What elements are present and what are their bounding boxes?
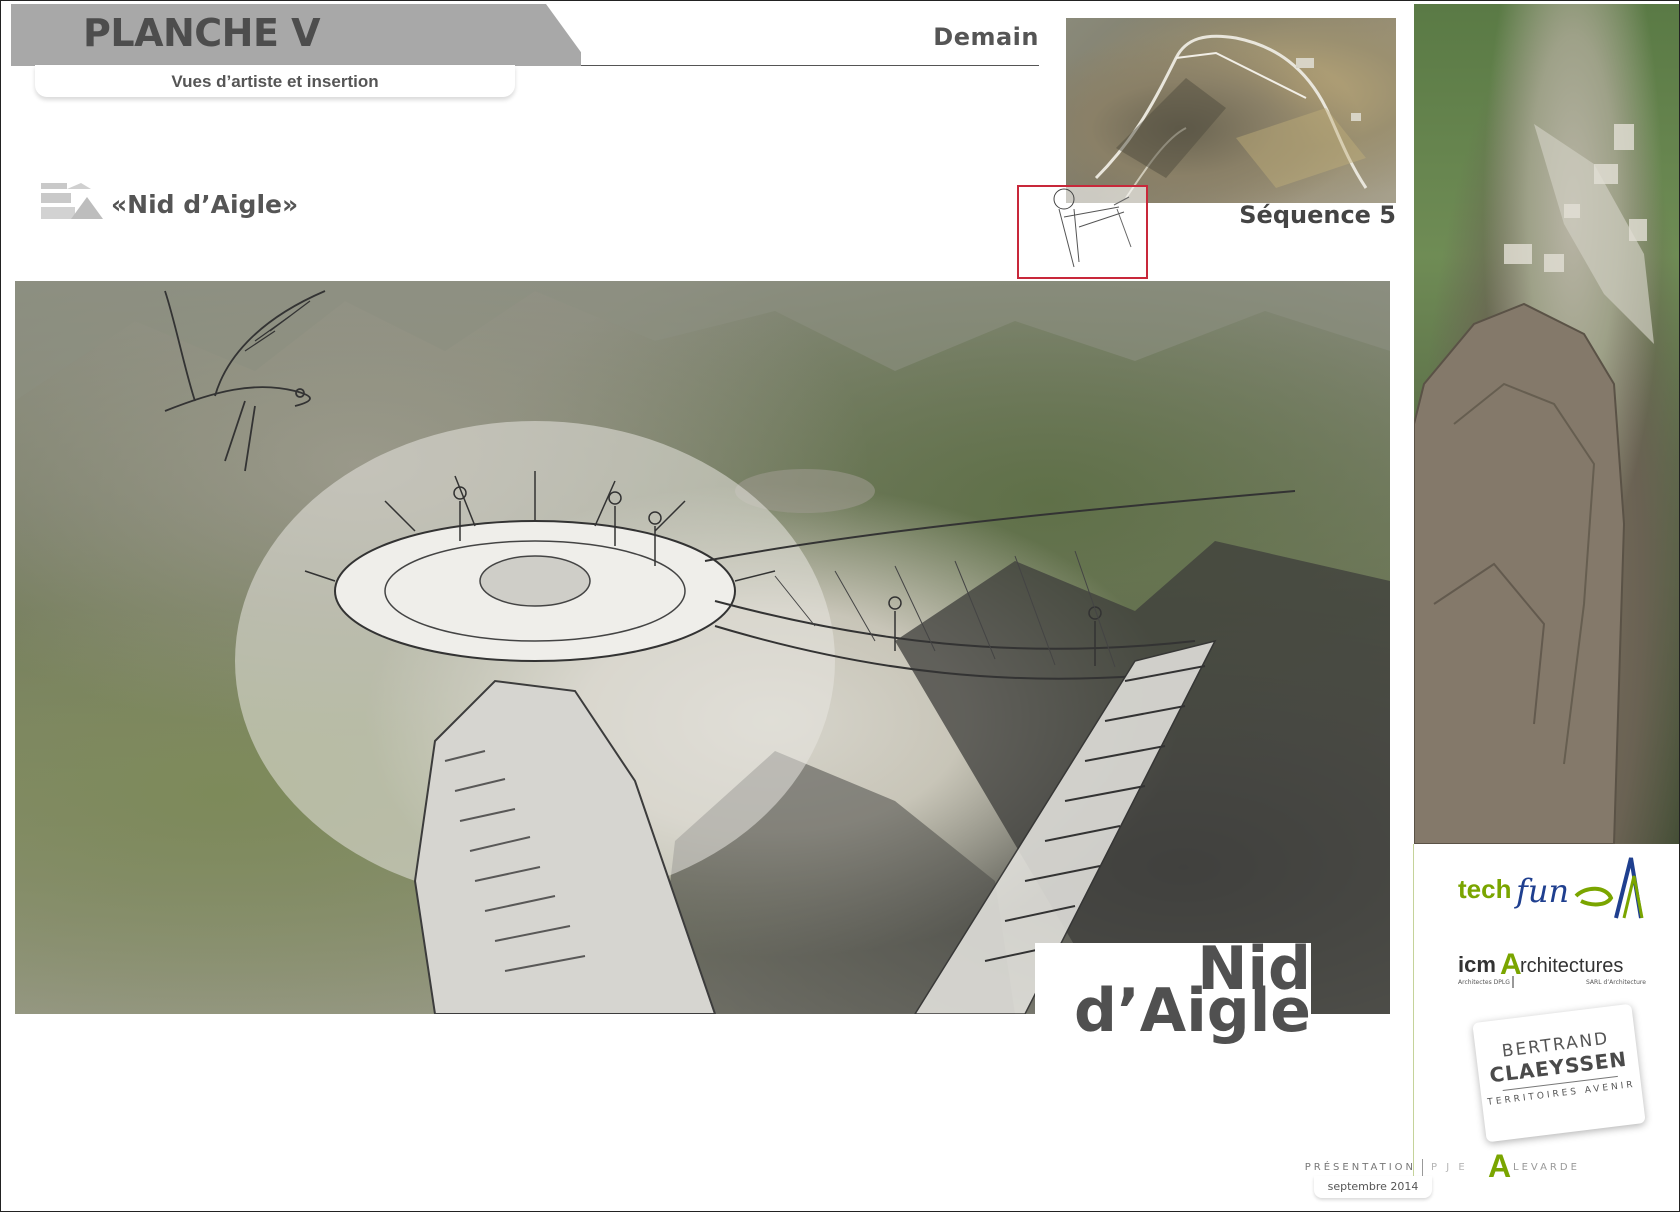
page-subtitle: Vues d’artiste et insertion (171, 72, 379, 91)
page: PLANCHE V Vues d’artiste et insertion De… (0, 0, 1680, 1212)
sketch-highlight-box (1017, 185, 1148, 279)
svg-text:icm: icm (1458, 952, 1496, 977)
svg-text:tech: tech (1458, 874, 1511, 904)
page-title: PLANCHE V (83, 11, 321, 55)
right-column-rule (1413, 844, 1414, 1184)
footer-a-logo: A (1488, 1148, 1512, 1184)
side-photo-rock-spire (1414, 4, 1679, 844)
sequence-label: Séquence 5 (1239, 201, 1396, 229)
header-rule (581, 65, 1039, 66)
svg-text:Architectes DPLG: Architectes DPLG (1458, 979, 1510, 986)
svg-text:fun: fun (1514, 872, 1569, 910)
footer-label-project: P J E (1431, 1162, 1468, 1173)
footer-label-levarde: LEVARDE (1513, 1162, 1580, 1173)
sketch-detail-drawing (1053, 188, 1132, 268)
aerial-thumbnail (1066, 18, 1396, 203)
aerial-route-drawing (1094, 34, 1368, 199)
subtitle-tab: Vues d’artiste et insertion (35, 65, 515, 97)
footer-label-presentation: PRÉSENTATION (1304, 1162, 1416, 1173)
main-artist-view-image (15, 281, 1390, 1014)
svg-text:rchitectures: rchitectures (1520, 955, 1623, 977)
footer-date: septembre 2014 (1327, 1180, 1419, 1193)
bertrand-claeyssen-logo: BERTRAND CLAEYSSEN TERRITOIRES AVENIR (1472, 1003, 1646, 1143)
section-title: «Nid d’Aigle» (111, 190, 299, 219)
svg-text:SARL d’Architecture: SARL d’Architecture (1586, 979, 1646, 986)
footer-date-tab: septembre 2014 (1314, 1176, 1432, 1198)
main-sketch-overlay (15, 281, 1390, 1014)
svg-text:A: A (1500, 948, 1522, 981)
image-caption-line2: d’Aigle (1074, 976, 1311, 1046)
arrow-bullet-icon (41, 183, 105, 219)
techfun-logo: tech fun (1456, 856, 1651, 926)
side-photo-drawing (1414, 124, 1654, 844)
icm-architectures-logo: icm A rchitectures Architectes DPLG SARL… (1458, 946, 1658, 991)
header-right-label: Demain (933, 23, 1039, 51)
